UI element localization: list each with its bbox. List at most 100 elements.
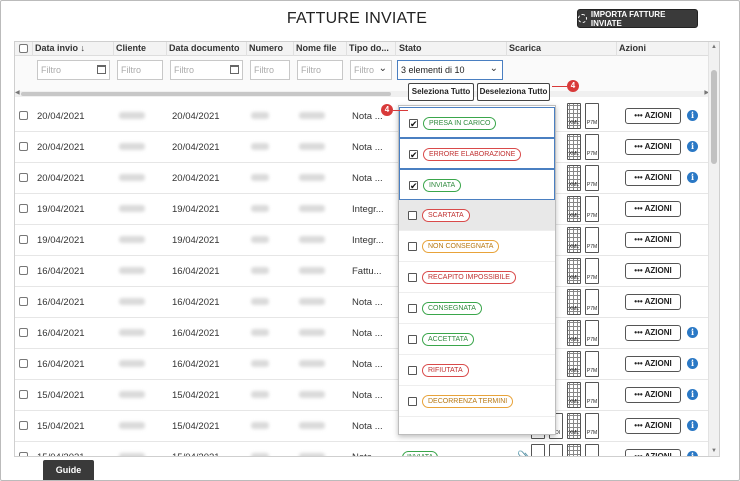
xml-file-icon[interactable]: XML <box>567 413 581 439</box>
table-row[interactable]: 16/04/2021 16/04/2021 Nota ... XML P7M ••• AZ… <box>15 287 709 318</box>
p7m-file-icon[interactable]: P7M <box>585 320 599 346</box>
table-row[interactable]: 15/04/202115/04/2021Nota ...INVIATAPDFSD… <box>15 411 709 442</box>
p7m-file-icon[interactable]: P7M <box>585 258 599 284</box>
row-actions-button[interactable]: ••• AZIONI <box>625 387 681 403</box>
row-checkbox[interactable] <box>19 359 28 368</box>
guide-button[interactable]: Guide <box>43 460 94 480</box>
row-actions-button[interactable]: ••• AZIONI <box>625 294 681 310</box>
stato-option[interactable]: DECORRENZA TERMINI <box>399 386 555 417</box>
info-icon[interactable]: i <box>687 141 698 152</box>
p7m-file-icon[interactable]: P7M <box>585 351 599 377</box>
option-checkbox[interactable]: ✔ <box>409 119 418 129</box>
scroll-up-icon[interactable]: ▲ <box>711 44 717 50</box>
col-tipo-documento[interactable]: Tipo do... <box>349 43 389 53</box>
col-numero[interactable]: Numero <box>249 43 283 53</box>
info-icon[interactable]: i <box>687 327 698 338</box>
col-stato[interactable]: Stato <box>399 43 422 53</box>
row-checkbox[interactable] <box>19 142 28 151</box>
info-icon[interactable]: i <box>687 389 698 400</box>
row-actions-button[interactable]: ••• AZIONI <box>625 449 681 456</box>
xml-file-icon[interactable]: XML <box>567 196 581 222</box>
import-invoices-button[interactable]: IMPORTA FATTURE INVIATE <box>577 9 698 28</box>
col-data-invio[interactable]: Data invio ↓ <box>35 43 85 53</box>
xml-file-icon[interactable]: XML <box>567 444 581 456</box>
p7m-file-icon[interactable]: P7M <box>585 196 599 222</box>
p7m-file-icon[interactable]: P7M <box>585 413 599 439</box>
row-checkbox[interactable] <box>19 173 28 182</box>
row-actions-button[interactable]: ••• AZIONI <box>625 418 681 434</box>
xml-file-icon[interactable]: XML <box>567 103 581 129</box>
scroll-thumb[interactable] <box>21 92 391 96</box>
table-row[interactable]: 16/04/2021 16/04/2021 Nota ... XML P7M ••• AZ… <box>15 349 709 380</box>
option-checkbox[interactable] <box>408 211 417 220</box>
table-row[interactable]: 19/04/2021 19/04/2021 Integr... XML P7M ••• A… <box>15 225 709 256</box>
table-row[interactable]: 15/04/2021 15/04/2021 Nota ... INVIATA 📎PDF S… <box>15 442 709 456</box>
option-checkbox[interactable] <box>408 304 417 313</box>
info-icon[interactable]: i <box>687 110 698 121</box>
col-nome-file[interactable]: Nome file <box>296 43 337 53</box>
xml-file-icon[interactable]: XML <box>567 227 581 253</box>
row-checkbox[interactable] <box>19 328 28 337</box>
stato-option[interactable]: CONSEGNATA <box>399 293 555 324</box>
row-checkbox[interactable] <box>19 421 28 430</box>
row-checkbox[interactable] <box>19 204 28 213</box>
option-checkbox[interactable] <box>408 335 417 344</box>
filter-data-invio[interactable]: Filtro <box>37 60 110 80</box>
row-checkbox[interactable] <box>19 390 28 399</box>
row-checkbox[interactable] <box>19 266 28 275</box>
option-checkbox[interactable] <box>408 242 417 251</box>
p7m-file-icon[interactable]: P7M <box>585 382 599 408</box>
table-row[interactable]: 20/04/2021 20/04/2021 Nota ... XML P7M ••• AZ… <box>15 101 709 132</box>
stato-option[interactable]: RIFIUTATA <box>399 355 555 386</box>
xml-file-icon[interactable]: XML <box>567 258 581 284</box>
pdf-file-icon[interactable]: PDF <box>531 444 545 456</box>
row-actions-button[interactable]: ••• AZIONI <box>625 325 681 341</box>
p7m-file-icon[interactable]: P7M <box>585 289 599 315</box>
xml-file-icon[interactable]: XML <box>567 320 581 346</box>
row-checkbox[interactable] <box>19 111 28 120</box>
col-cliente[interactable]: Cliente <box>116 43 146 53</box>
deselect-all-button[interactable]: Deseleziona Tutto <box>477 83 550 101</box>
stato-multiselect[interactable]: 3 elementi di 10 ⌄ <box>397 60 503 80</box>
filter-nome-file[interactable]: Filtro <box>297 60 343 80</box>
xml-file-icon[interactable]: XML <box>567 134 581 160</box>
stato-option[interactable]: NON CONSEGNATA <box>399 231 555 262</box>
stato-option[interactable]: ✔ INVIATA <box>399 169 555 200</box>
option-checkbox[interactable] <box>408 273 417 282</box>
col-data-documento[interactable]: Data documento <box>169 43 240 53</box>
info-icon[interactable]: i <box>687 358 698 369</box>
row-actions-button[interactable]: ••• AZIONI <box>625 232 681 248</box>
info-icon[interactable]: i <box>687 420 698 431</box>
row-checkbox[interactable] <box>19 235 28 244</box>
p7m-file-icon[interactable]: P7M <box>585 227 599 253</box>
table-row[interactable]: 20/04/2021 20/04/2021 Nota ... XML P7M ••• AZ… <box>15 132 709 163</box>
table-row[interactable]: 20/04/2021 20/04/2021 Nota ... XML P7M ••• AZ… <box>15 163 709 194</box>
row-checkbox[interactable] <box>19 297 28 306</box>
stato-option[interactable]: ✔ ERRORE ELABORAZIONE <box>399 138 555 169</box>
info-icon[interactable]: i <box>687 451 698 456</box>
option-checkbox[interactable] <box>408 397 417 406</box>
stato-option[interactable]: ✔ PRESA IN CARICO <box>399 107 555 138</box>
p7m-file-icon[interactable]: P7M <box>585 134 599 160</box>
filter-tipo-documento[interactable]: Filtro ⌄ <box>350 60 392 80</box>
stato-option[interactable]: SCARTATA <box>399 200 555 231</box>
scroll-thumb[interactable] <box>711 70 717 164</box>
info-icon[interactable]: i <box>687 172 698 183</box>
option-checkbox[interactable]: ✔ <box>409 150 418 160</box>
filter-cliente[interactable]: Filtro <box>117 60 163 80</box>
vertical-scrollbar[interactable]: ▲ ▼ <box>708 42 719 456</box>
p7m-file-icon[interactable]: P7M <box>585 444 599 456</box>
row-actions-button[interactable]: ••• AZIONI <box>625 108 681 124</box>
scroll-left-icon[interactable]: ◀ <box>15 89 20 96</box>
attachment-icon[interactable]: 📎 <box>517 450 532 456</box>
calendar-icon[interactable] <box>230 65 239 74</box>
table-row[interactable]: 19/04/2021 19/04/2021 Integr... XML P7M ••• A… <box>15 194 709 225</box>
row-actions-button[interactable]: ••• AZIONI <box>625 201 681 217</box>
filter-data-documento[interactable]: Filtro <box>170 60 243 80</box>
row-actions-button[interactable]: ••• AZIONI <box>625 356 681 372</box>
row-checkbox[interactable] <box>19 452 28 456</box>
row-actions-button[interactable]: ••• AZIONI <box>625 263 681 279</box>
row-actions-button[interactable]: ••• AZIONI <box>625 170 681 186</box>
row-actions-button[interactable]: ••• AZIONI <box>625 139 681 155</box>
scroll-down-icon[interactable]: ▼ <box>711 448 717 454</box>
